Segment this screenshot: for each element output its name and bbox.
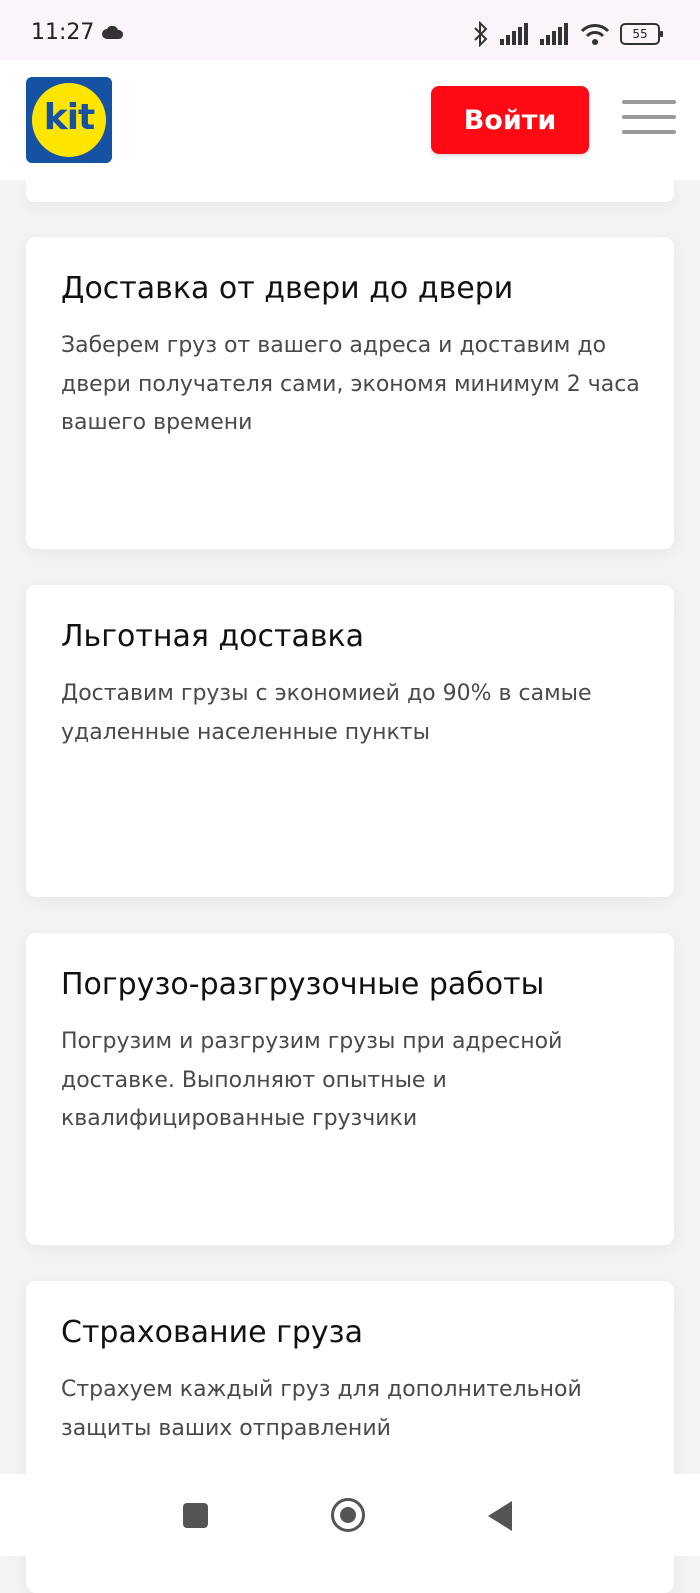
signal-icon — [500, 23, 528, 45]
card-title: Доставка от двери до двери — [61, 271, 514, 306]
recent-apps-icon[interactable] — [183, 1503, 208, 1528]
status-bar: 11:27 55 — [0, 0, 700, 60]
site-header: kit Войти — [0, 60, 700, 180]
status-icons: 55 — [472, 20, 663, 48]
signal-icon — [540, 23, 568, 45]
card-text: Доставим грузы с экономией до 90% в самы… — [61, 681, 592, 745]
card-text: Заберем груз от вашего адреса и доставим… — [61, 333, 640, 435]
wifi-icon — [580, 24, 610, 45]
status-time: 11:27 — [31, 20, 95, 45]
back-icon[interactable] — [488, 1501, 512, 1531]
kit-logo[interactable]: kit — [26, 77, 112, 163]
previous-card-bottom — [26, 180, 674, 202]
card-text: Погрузим и разгрузим грузы при адресной … — [61, 1029, 563, 1131]
menu-icon[interactable] — [622, 100, 676, 140]
card-title: Льготная доставка — [61, 619, 365, 654]
card-title: Погрузо-разгрузочные работы — [61, 967, 545, 1002]
logo-text: kit — [43, 97, 96, 138]
card-text: Страхуем каждый груз для дополнительной … — [61, 1377, 582, 1441]
bluetooth-icon — [474, 21, 488, 47]
service-card-loading[interactable]: Погрузо-разгрузочные работы Погрузим и р… — [26, 933, 674, 1245]
system-nav-bar — [0, 1474, 700, 1556]
service-card-preferential[interactable]: Льготная доставка Доставим грузы с эконо… — [26, 585, 674, 897]
card-title: Страхование груза — [61, 1315, 364, 1350]
login-button[interactable]: Войти — [431, 86, 589, 154]
battery-icon: 55 — [620, 23, 663, 45]
home-icon[interactable] — [331, 1498, 365, 1532]
cloud-icon — [102, 26, 124, 39]
service-card-door-to-door[interactable]: Доставка от двери до двери Заберем груз … — [26, 237, 674, 549]
